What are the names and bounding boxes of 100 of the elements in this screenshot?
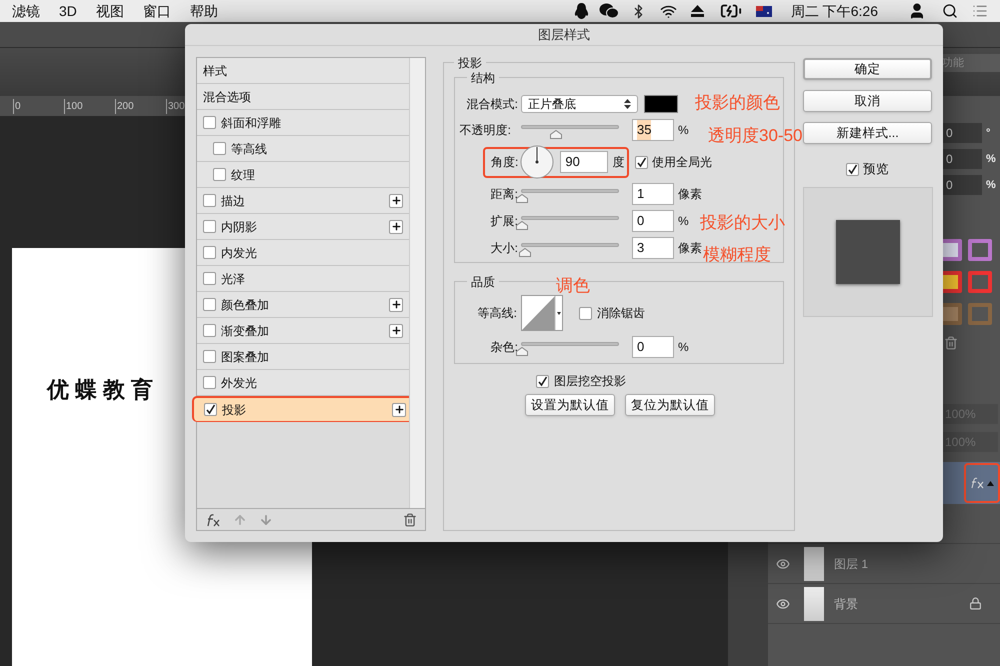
dialog-title: 图层样式 bbox=[185, 24, 943, 46]
style-item[interactable]: 内发光 bbox=[197, 240, 409, 266]
checkbox[interactable] bbox=[203, 298, 216, 311]
checkbox[interactable] bbox=[213, 142, 226, 155]
checkbox[interactable] bbox=[213, 168, 226, 181]
group-title: 投影 bbox=[454, 54, 486, 72]
unit-label: % bbox=[986, 178, 997, 193]
slider-thumb[interactable] bbox=[516, 220, 528, 230]
field-label: 大小: bbox=[490, 240, 519, 256]
blend-mode-dropdown[interactable]: 正片叠底 bbox=[521, 95, 638, 113]
style-item[interactable]: 光泽 bbox=[197, 266, 409, 292]
checkbox-label: 预览 bbox=[863, 161, 889, 178]
dialog-button[interactable]: 新建样式... bbox=[803, 122, 932, 144]
eye-icon[interactable] bbox=[776, 596, 790, 610]
checkbox[interactable] bbox=[203, 116, 216, 129]
checkbox[interactable] bbox=[203, 376, 216, 389]
field-label: 杂色: bbox=[490, 339, 519, 356]
annotation: 调色 bbox=[556, 275, 590, 297]
style-item[interactable]: 纹理 bbox=[197, 162, 409, 188]
input-field[interactable]: 90 bbox=[560, 151, 608, 173]
dialog-button[interactable]: 确定 bbox=[803, 58, 932, 80]
field-label: 角度: bbox=[491, 154, 518, 171]
add-button[interactable] bbox=[389, 324, 403, 338]
swatch-icon[interactable] bbox=[968, 271, 992, 293]
effects-icon[interactable] bbox=[964, 463, 1000, 503]
menu-item[interactable]: 窗口 bbox=[142, 0, 171, 22]
checkbox[interactable] bbox=[204, 403, 217, 416]
style-item[interactable]: 描边 bbox=[197, 188, 409, 214]
checkbox[interactable] bbox=[635, 156, 648, 168]
unit-label: 度 bbox=[612, 154, 624, 171]
search-icon[interactable] bbox=[942, 3, 958, 19]
annotation: 投影的大小 bbox=[700, 212, 785, 234]
input-field[interactable]: 0 bbox=[632, 336, 674, 358]
style-label: 渐变叠加 bbox=[221, 322, 270, 340]
menu-item[interactable]: 视图 bbox=[96, 0, 124, 22]
eye-icon[interactable] bbox=[776, 556, 790, 570]
style-item[interactable]: 等高线 bbox=[197, 136, 409, 162]
dialog-button[interactable]: 复位为默认值 bbox=[625, 394, 715, 416]
penguin-icon[interactable] bbox=[574, 2, 589, 20]
style-item[interactable]: 外发光 bbox=[197, 370, 409, 396]
layer-thumbnail bbox=[804, 546, 824, 580]
style-item[interactable]: 颜色叠加 bbox=[197, 292, 409, 318]
flag-icon[interactable] bbox=[756, 6, 772, 16]
input-field[interactable]: 0 bbox=[632, 210, 674, 232]
slider-thumb[interactable] bbox=[516, 194, 528, 202]
style-label: 纹理 bbox=[231, 166, 256, 184]
user-icon[interactable] bbox=[908, 2, 926, 20]
down-arrow-icon[interactable] bbox=[259, 512, 273, 526]
checkbox[interactable] bbox=[536, 374, 549, 388]
style-item[interactable]: 混合选项 bbox=[197, 84, 409, 110]
eject-icon[interactable] bbox=[690, 5, 704, 17]
style-label: 描边 bbox=[221, 192, 246, 210]
style-item[interactable]: 内阴影 bbox=[197, 214, 409, 240]
layer-name: 背景 bbox=[834, 596, 859, 612]
dialog-button[interactable]: 取消 bbox=[803, 90, 932, 112]
scrollbar[interactable] bbox=[409, 58, 425, 508]
style-label: 内发光 bbox=[221, 244, 258, 262]
swatch-icon[interactable] bbox=[968, 303, 992, 325]
input-field[interactable]: 35 bbox=[632, 119, 674, 141]
slider-thumb[interactable] bbox=[516, 347, 528, 356]
checkbox[interactable] bbox=[203, 220, 216, 233]
angle-dial[interactable] bbox=[520, 145, 554, 179]
style-item[interactable]: 斜面和浮雕 bbox=[197, 110, 409, 136]
property-field[interactable]: 0 bbox=[940, 123, 982, 143]
add-button[interactable] bbox=[389, 220, 403, 234]
style-item[interactable]: 图案叠加 bbox=[197, 344, 409, 370]
checkbox[interactable] bbox=[203, 324, 216, 337]
input-field[interactable]: 1 bbox=[632, 182, 674, 204]
trash-icon[interactable] bbox=[403, 512, 417, 526]
dialog-button[interactable]: 设置为默认值 bbox=[525, 394, 615, 416]
checkbox[interactable] bbox=[203, 194, 216, 207]
checkbox[interactable] bbox=[203, 350, 216, 363]
property-field[interactable]: 0 bbox=[940, 175, 982, 195]
menu-item[interactable]: 3D bbox=[59, 0, 77, 22]
style-item[interactable]: 渐变叠加 bbox=[197, 318, 409, 344]
checkbox[interactable] bbox=[203, 246, 216, 259]
checkbox[interactable] bbox=[846, 162, 859, 176]
checkbox[interactable] bbox=[579, 306, 592, 320]
color-swatch[interactable] bbox=[644, 95, 678, 113]
checkbox[interactable] bbox=[203, 272, 216, 285]
checkbox-label: 使用全局光 bbox=[652, 154, 712, 171]
add-button[interactable] bbox=[392, 402, 406, 416]
input-field[interactable]: 3 bbox=[632, 236, 674, 258]
style-item[interactable]: 样式 bbox=[197, 58, 409, 84]
clock[interactable]: 周二 下午6:26 bbox=[790, 0, 878, 22]
layer-row[interactable]: 背景 bbox=[768, 584, 1000, 624]
trash-icon[interactable] bbox=[944, 336, 958, 350]
chat-bubbles-icon[interactable] bbox=[598, 3, 619, 19]
add-button[interactable] bbox=[389, 194, 403, 208]
fx-icon[interactable] bbox=[205, 512, 221, 528]
lock-icon[interactable] bbox=[969, 597, 982, 610]
menu-item[interactable]: 帮助 bbox=[190, 0, 218, 22]
layer-row[interactable]: 图层 1 bbox=[768, 544, 1000, 584]
list-icon[interactable] bbox=[972, 3, 988, 19]
add-button[interactable] bbox=[389, 298, 403, 312]
menu-item[interactable]: 滤镜 bbox=[12, 0, 40, 22]
property-field[interactable]: 0 bbox=[940, 149, 982, 169]
field-label: 混合模式: bbox=[466, 96, 519, 113]
swatch-icon[interactable] bbox=[968, 239, 992, 261]
contour-picker[interactable] bbox=[521, 295, 563, 331]
